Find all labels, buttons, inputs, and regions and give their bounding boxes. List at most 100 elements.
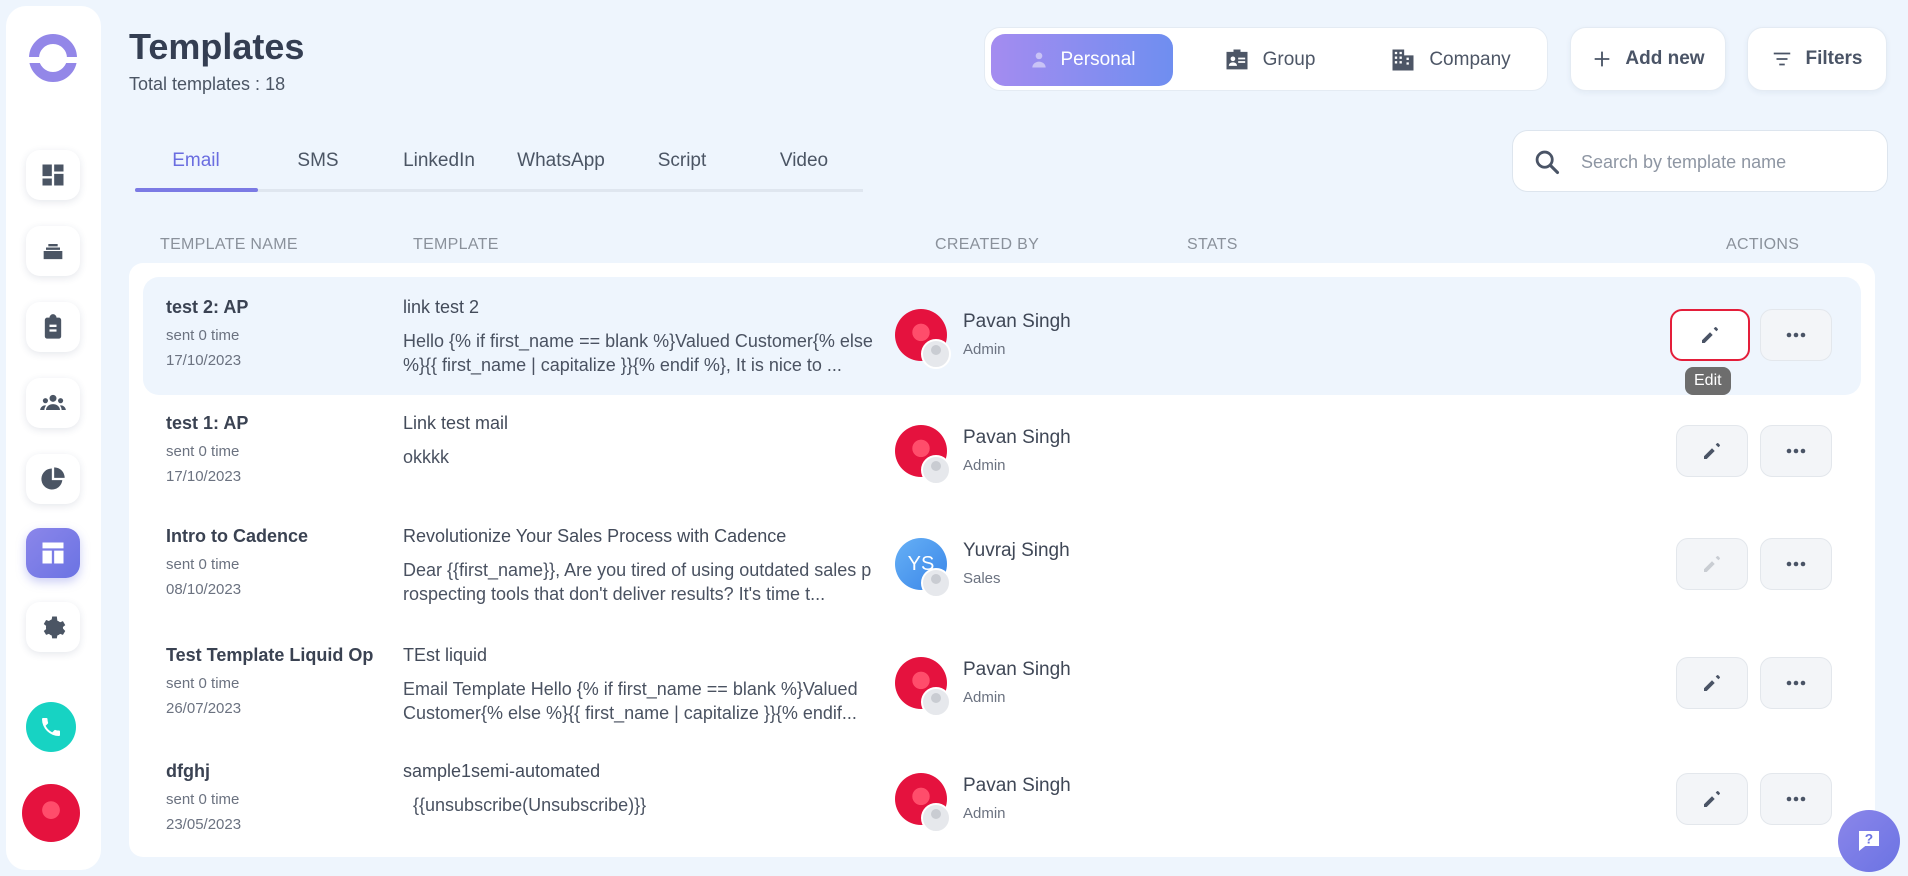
app-logo[interactable] [27,34,79,82]
edit-tooltip: Edit [1685,367,1731,395]
tab-video[interactable]: Video [743,150,865,172]
tasks-nav-button[interactable] [26,302,80,352]
template-date: 08/10/2023 [166,581,242,598]
scope-personal-tab[interactable]: Personal [991,34,1173,86]
placeholder-avatar [921,455,951,485]
scope-group-tab[interactable]: Group [1189,34,1349,86]
plus-icon [1595,51,1610,67]
sent-count: sent 0 time [166,791,240,808]
person-icon [1031,52,1046,68]
building-icon [1392,49,1414,71]
template-body-preview: {{unsubscribe(Unsubscribe)}} [403,795,647,815]
placeholder-avatar [921,339,951,369]
people-icon [40,394,66,410]
creator-name: Pavan Singh [963,659,1071,680]
help-chat-button[interactable]: ? [1838,810,1900,872]
settings-nav-button[interactable] [26,602,80,652]
search-icon [1535,150,1560,175]
more-options-button[interactable] [1760,309,1832,361]
scope-company-label: Company [1429,49,1511,70]
analytics-nav-button[interactable] [26,454,80,504]
filters-label: Filters [1805,48,1863,69]
pie-chart-icon [41,467,65,490]
template-subject: Link test mail [403,413,509,433]
svg-text:?: ? [1865,832,1873,847]
creator-role: Admin [963,457,1006,474]
creator-role: Admin [963,805,1006,822]
search-input[interactable] [1581,141,1871,183]
col-created-by: CREATED BY [935,236,1040,253]
table-row[interactable]: Test Template Liquid Op sent 0 time 26/0… [143,625,1861,743]
gear-icon [43,616,66,639]
placeholder-avatar [921,568,951,598]
cadences-nav-button[interactable] [26,226,80,276]
filters-button[interactable]: Filters [1747,27,1887,91]
templates-nav-button[interactable] [26,528,80,578]
help-chat-icon: ? [1859,831,1879,851]
edit-button[interactable] [1676,425,1748,477]
template-date: 26/07/2023 [166,700,242,717]
table-row[interactable]: test 1: AP sent 0 time 17/10/2023 Link t… [143,393,1861,511]
scope-company-tab[interactable]: Company [1359,34,1541,86]
more-options-button[interactable] [1760,773,1832,825]
template-name[interactable]: dfghj [166,761,210,782]
template-name[interactable]: Test Template Liquid Op [166,645,373,666]
add-new-button[interactable]: Add new [1570,27,1726,91]
channel-tabs: Email SMS LinkedIn WhatsApp Script Video [135,142,863,192]
clipboard-icon [44,314,62,339]
more-horizontal-icon [1786,448,1806,454]
table-row[interactable]: dfghj sent 0 time 23/05/2023 sample1semi… [143,741,1861,859]
creator-name: Yuvraj Singh [963,540,1070,561]
sent-count: sent 0 time [166,675,240,692]
pencil-icon [1704,556,1720,572]
tab-whatsapp[interactable]: WhatsApp [500,150,622,172]
call-button[interactable] [26,702,76,752]
creator-name: Pavan Singh [963,775,1071,796]
tab-email[interactable]: Email [135,150,257,172]
user-avatar[interactable] [22,784,80,842]
dashboard-nav-button[interactable] [26,150,80,200]
phone-icon [42,718,60,736]
tab-script[interactable]: Script [621,150,743,172]
more-horizontal-icon [1786,680,1806,686]
col-actions: ACTIONS [1726,236,1800,253]
template-name[interactable]: test 1: AP [166,413,248,434]
edit-button[interactable] [1676,773,1748,825]
template-name[interactable]: Intro to Cadence [166,526,308,547]
table-row[interactable]: Intro to Cadence sent 0 time 08/10/2023 … [143,506,1861,624]
template-body-preview: Email Template Hello {% if first_name ==… [403,679,858,723]
edit-button [1676,538,1748,590]
pencil-icon [1704,675,1720,691]
filter-icon [1774,52,1791,66]
tab-linkedin[interactable]: LinkedIn [378,150,500,172]
tab-sms[interactable]: SMS [257,150,379,172]
col-template: TEMPLATE [413,236,499,253]
creator-name: Pavan Singh [963,427,1071,448]
scope-toggle: Personal Group Company [984,27,1548,91]
templates-icon [42,542,64,564]
more-options-button[interactable] [1760,538,1832,590]
total-templates-count: Total templates : 18 [129,74,286,94]
sent-count: sent 0 time [166,327,240,344]
sidebar [6,6,101,870]
add-new-label: Add new [1625,48,1705,69]
pencil-icon [1704,791,1720,807]
sent-count: sent 0 time [166,443,240,460]
edit-button[interactable] [1676,657,1748,709]
id-card-icon [1226,49,1248,70]
template-subject: sample1semi-automated [403,761,601,781]
more-options-button[interactable] [1760,657,1832,709]
edit-button[interactable] [1670,309,1750,361]
people-nav-button[interactable] [26,378,80,428]
template-search [1512,130,1888,192]
page-title: Templates [129,26,305,67]
table-row[interactable]: test 2: AP sent 0 time 17/10/2023 link t… [143,277,1861,395]
template-body-preview: Hello {% if first_name == blank %}Valued… [403,331,873,375]
col-stats: STATS [1187,236,1238,253]
creator-role: Admin [963,341,1006,358]
more-horizontal-icon [1786,561,1806,567]
scope-group-label: Group [1262,49,1316,70]
template-name[interactable]: test 2: AP [166,297,248,318]
template-body-preview: okkkk [403,447,450,467]
more-options-button[interactable] [1760,425,1832,477]
